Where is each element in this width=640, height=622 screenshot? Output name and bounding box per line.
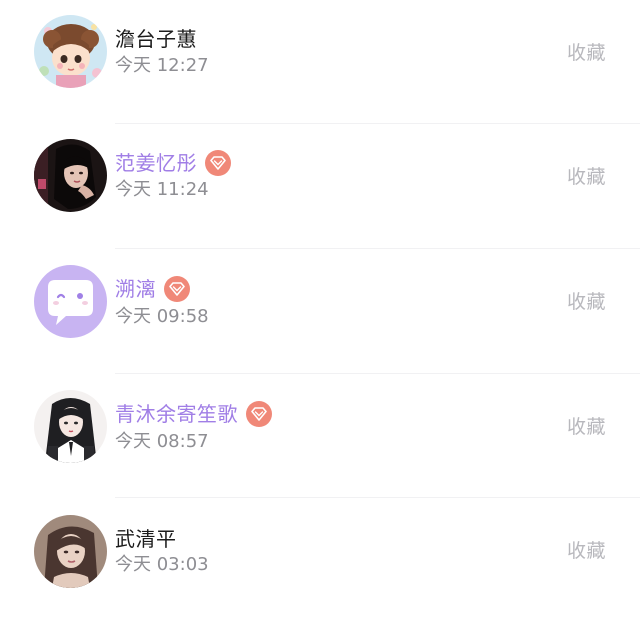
avatar[interactable]	[34, 139, 107, 212]
timestamp: 今天 09:58	[115, 306, 209, 327]
favorites-list: 澹台子蕙 今天 12:27 收藏 范姜忆彤 今天 11:24 收藏 溯漓 今天 …	[0, 0, 640, 590]
name-line: 范姜忆彤	[115, 150, 231, 176]
chat-bubble-face-avatar-icon	[34, 265, 107, 338]
list-item[interactable]: 溯漓 今天 09:58 收藏	[0, 249, 640, 373]
list-item[interactable]: 澹台子蕙 今天 12:27 收藏	[0, 0, 640, 124]
cartoon-girl-avatar-icon	[34, 15, 107, 88]
vip-diamond-icon	[164, 276, 190, 302]
timestamp: 今天 11:24	[115, 179, 209, 200]
avatar[interactable]	[34, 515, 107, 588]
collect-button[interactable]: 收藏	[567, 539, 606, 563]
avatar[interactable]	[34, 265, 107, 338]
collect-button[interactable]: 收藏	[567, 165, 606, 189]
name-line: 武清平	[115, 526, 177, 552]
timestamp: 今天 12:27	[115, 55, 209, 76]
photo-woman-avatar-icon	[34, 515, 107, 588]
user-name[interactable]: 澹台子蕙	[115, 26, 197, 52]
collect-button[interactable]: 收藏	[567, 415, 606, 439]
vip-diamond-icon	[246, 401, 272, 427]
list-item[interactable]: 范姜忆彤 今天 11:24 收藏	[0, 124, 640, 248]
user-name[interactable]: 青沐余寄笙歌	[115, 401, 238, 427]
name-line: 溯漓	[115, 276, 190, 302]
timestamp: 今天 08:57	[115, 431, 209, 452]
avatar[interactable]	[34, 15, 107, 88]
timestamp: 今天 03:03	[115, 554, 209, 575]
name-line: 青沐余寄笙歌	[115, 401, 272, 427]
collect-button[interactable]: 收藏	[567, 290, 606, 314]
avatar[interactable]	[34, 390, 107, 463]
list-item[interactable]: 青沐余寄笙歌 今天 08:57 收藏	[0, 374, 640, 498]
user-name[interactable]: 武清平	[115, 526, 177, 552]
anime-girl-sketch-avatar-icon	[34, 390, 107, 463]
collect-button[interactable]: 收藏	[567, 41, 606, 65]
name-line: 澹台子蕙	[115, 26, 197, 52]
user-name[interactable]: 范姜忆彤	[115, 150, 197, 176]
list-item[interactable]: 武清平 今天 03:03 收藏	[0, 498, 640, 622]
user-name[interactable]: 溯漓	[115, 276, 156, 302]
photo-girl-dark-avatar-icon	[34, 139, 107, 212]
vip-diamond-icon	[205, 150, 231, 176]
